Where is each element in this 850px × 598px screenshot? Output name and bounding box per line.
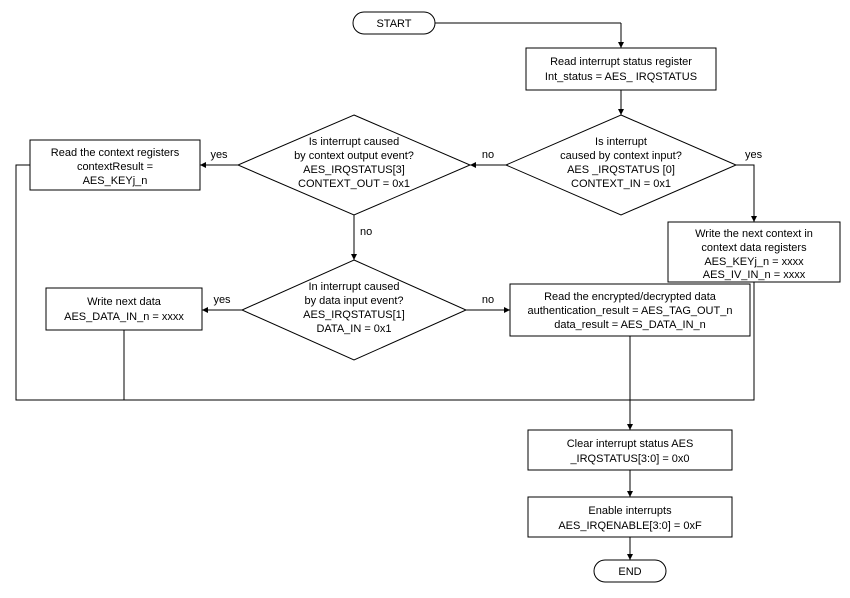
write-context-box: Write the next context in context data r… — [668, 222, 840, 282]
label-yes-2: yes — [210, 149, 228, 161]
label-no-2: no — [360, 226, 372, 238]
svg-text:contextResult =: contextResult = — [77, 161, 153, 173]
svg-text:CONTEXT_IN = 0x1: CONTEXT_IN = 0x1 — [571, 178, 671, 190]
label-yes-1: yes — [745, 149, 763, 161]
svg-text:AES_KEYj_n: AES_KEYj_n — [83, 175, 148, 187]
enable-irq-box: Enable interrupts AES_IRQENABLE[3:0] = 0… — [528, 497, 732, 537]
decision-context-out: Is interrupt caused by context output ev… — [238, 115, 470, 215]
svg-text:AES_DATA_IN_n = xxxx: AES_DATA_IN_n = xxxx — [64, 311, 184, 323]
svg-text:Write next data: Write next data — [87, 296, 162, 308]
edge-readctx-join — [16, 165, 124, 400]
write-data-box: Write next data AES_DATA_IN_n = xxxx — [46, 288, 202, 330]
read-data-box: Read the encrypted/decrypted data authen… — [510, 284, 750, 336]
svg-text:AES_KEYj_n = xxxx: AES_KEYj_n = xxxx — [704, 256, 804, 268]
svg-text:authentication_result = AES_TA: authentication_result = AES_TAG_OUT_n — [528, 305, 733, 317]
edge-dec1-yes — [736, 165, 754, 222]
label-yes-3: yes — [213, 294, 231, 306]
svg-text:Clear interrupt status AES: Clear interrupt status AES — [567, 438, 694, 450]
flowchart: START Read interrupt status register Int… — [0, 0, 850, 598]
svg-text:CONTEXT_OUT = 0x1: CONTEXT_OUT = 0x1 — [298, 178, 410, 190]
svg-text:In interrupt caused: In interrupt caused — [308, 281, 399, 293]
svg-text:by data input event?: by data input event? — [304, 295, 403, 307]
svg-text:Enable interrupts: Enable interrupts — [588, 505, 672, 517]
decision-context-in: Is interrupt caused by context input? AE… — [506, 115, 736, 215]
label-no-3: no — [482, 294, 494, 306]
end-label: END — [618, 566, 641, 578]
svg-text:caused by context input?: caused by context input? — [560, 150, 682, 162]
svg-text:AES _IRQSTATUS [0]: AES _IRQSTATUS [0] — [567, 164, 675, 176]
decision-data-in: In interrupt caused by data input event?… — [242, 260, 466, 360]
svg-text:Write the next context in: Write the next context in — [695, 228, 813, 240]
svg-text:Int_status = AES_ IRQSTATUS: Int_status = AES_ IRQSTATUS — [545, 71, 697, 83]
svg-text:Is interrupt caused: Is interrupt caused — [309, 136, 400, 148]
svg-text:context data registers: context data registers — [701, 242, 807, 254]
svg-text:AES_IRQSTATUS[3]: AES_IRQSTATUS[3] — [303, 164, 405, 176]
svg-text:Is interrupt: Is interrupt — [595, 136, 647, 148]
clear-irq-box: Clear interrupt status AES _IRQSTATUS[3:… — [528, 430, 732, 470]
svg-text:Read interrupt status register: Read interrupt status register — [550, 56, 692, 68]
svg-text:AES_IV_IN_n = xxxx: AES_IV_IN_n = xxxx — [703, 269, 806, 281]
svg-text:AES_IRQSTATUS[1]: AES_IRQSTATUS[1] — [303, 309, 405, 321]
label-no-1: no — [482, 149, 494, 161]
edge-start-to-read — [435, 23, 621, 48]
svg-text:DATA_IN = 0x1: DATA_IN = 0x1 — [316, 323, 391, 335]
read-status-box: Read interrupt status register Int_statu… — [526, 48, 716, 90]
start-terminator: START — [353, 12, 435, 34]
svg-text:_IRQSTATUS[3:0] = 0x0: _IRQSTATUS[3:0] = 0x0 — [569, 453, 689, 465]
start-label: START — [376, 18, 411, 30]
svg-text:AES_IRQENABLE[3:0] = 0xF: AES_IRQENABLE[3:0] = 0xF — [558, 520, 702, 532]
svg-text:Read the context registers: Read the context registers — [51, 147, 180, 159]
read-context-box: Read the context registers contextResult… — [30, 140, 200, 190]
svg-text:data_result = AES_DATA_IN_n: data_result = AES_DATA_IN_n — [554, 319, 706, 331]
end-terminator: END — [594, 560, 666, 582]
svg-text:by context output event?: by context output event? — [294, 150, 414, 162]
svg-text:Read the encrypted/decrypted d: Read the encrypted/decrypted data — [544, 291, 717, 303]
